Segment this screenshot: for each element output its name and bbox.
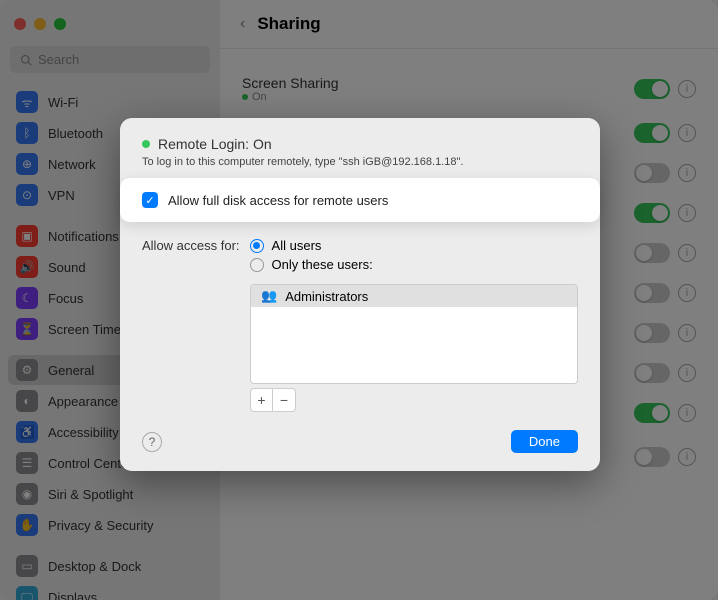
radio-icon bbox=[250, 239, 264, 253]
sheet-title: Remote Login: On bbox=[158, 136, 272, 152]
done-button[interactable]: Done bbox=[511, 430, 578, 453]
list-actions: + − bbox=[250, 388, 296, 412]
radio-group: All users Only these users: bbox=[250, 238, 578, 276]
sheet-subtitle: To log in to this computer remotely, typ… bbox=[120, 152, 600, 178]
user-list-item[interactable]: 👥 Administrators bbox=[251, 285, 577, 307]
access-section: Allow access for: All users Only these u… bbox=[120, 232, 600, 282]
remove-user-button[interactable]: − bbox=[273, 389, 295, 411]
radio-icon bbox=[250, 258, 264, 272]
help-button[interactable]: ? bbox=[142, 432, 162, 452]
full-disk-checkbox[interactable]: ✓ bbox=[142, 192, 158, 208]
remote-login-sheet: Remote Login: On To log in to this compu… bbox=[120, 118, 600, 471]
radio-label: Only these users: bbox=[272, 257, 373, 272]
add-user-button[interactable]: + bbox=[251, 389, 273, 411]
access-label: Allow access for: bbox=[142, 238, 240, 276]
checkbox-label: Allow full disk access for remote users bbox=[168, 193, 388, 208]
status-dot-icon bbox=[142, 140, 150, 148]
full-disk-access-row: ✓ Allow full disk access for remote user… bbox=[120, 178, 600, 222]
sheet-footer: ? Done bbox=[120, 420, 600, 453]
users-icon: 👥 bbox=[261, 288, 277, 304]
radio-only-users[interactable]: Only these users: bbox=[250, 257, 578, 272]
user-name: Administrators bbox=[285, 289, 368, 304]
radio-all-users[interactable]: All users bbox=[250, 238, 578, 253]
sheet-header: Remote Login: On bbox=[120, 136, 600, 152]
radio-label: All users bbox=[272, 238, 322, 253]
user-list[interactable]: 👥 Administrators bbox=[250, 284, 578, 384]
